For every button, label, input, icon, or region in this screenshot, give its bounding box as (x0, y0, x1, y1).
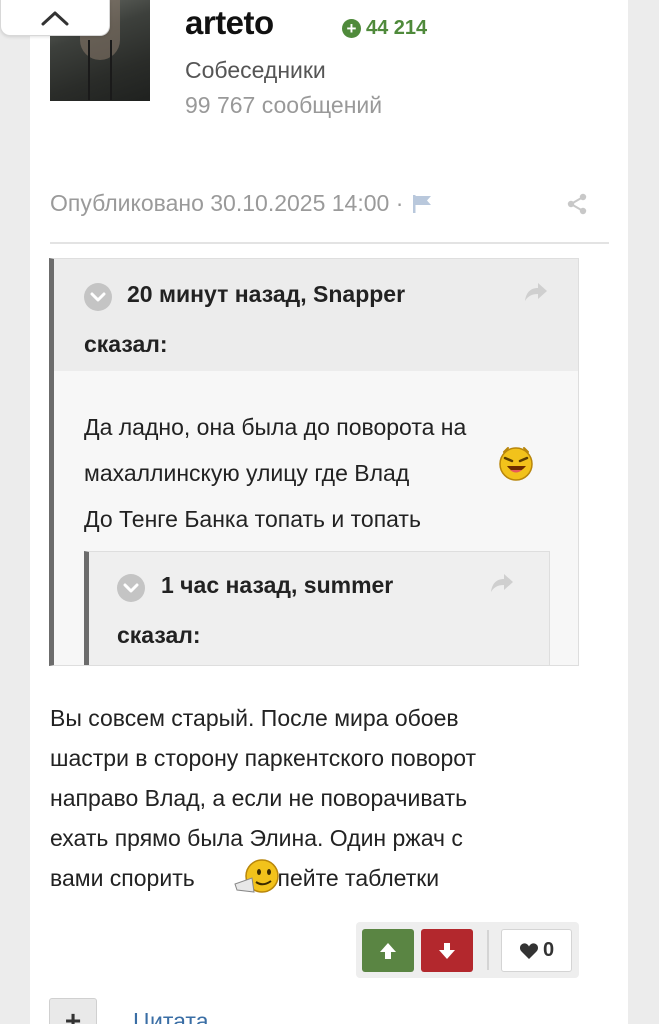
chevron-down-circle-icon[interactable] (117, 574, 145, 602)
post-line: Вы совсем старый. После мира обоев (50, 705, 459, 731)
post-line: ехать прямо была Элина. Один ржач с (50, 825, 463, 851)
quote-text: Да ладно, она была до поворота на махалл… (84, 404, 466, 542)
published-date: Опубликовано 30.10.2025 14:00 · (50, 190, 404, 216)
plus-circle-icon: + (342, 19, 361, 38)
username[interactable]: arteto (185, 4, 274, 42)
post-line-last: вами спорить пейте таблетки (50, 858, 600, 898)
reply-arrow-icon[interactable] (523, 281, 549, 303)
nested-quote-citation[interactable]: 1 час назад, summer (161, 572, 393, 599)
reputation-value: 44 214 (366, 17, 428, 39)
collapse-button[interactable] (0, 0, 110, 36)
chevron-down-circle-icon[interactable] (84, 283, 112, 311)
heart-icon (519, 942, 538, 959)
post-count: 99 767 сообщений (185, 92, 383, 118)
post-line: вами спорить (50, 865, 195, 891)
reputation-badge: + 44 214 (342, 17, 427, 40)
quote-line: махаллинскую улицу где Влад (84, 460, 410, 486)
post-meta: Опубликовано 30.10.2025 14:00 · (50, 190, 435, 217)
upvote-button[interactable] (362, 929, 414, 972)
quote-block: 20 минут назад, Snapper сказал: Да ладно… (49, 258, 579, 666)
reply-arrow-icon[interactable] (489, 572, 515, 594)
chevron-up-icon (41, 11, 69, 25)
post-line: шастри в сторону паркентского поворот (50, 745, 477, 771)
quote-citation-said: сказал: (84, 331, 168, 357)
like-button[interactable]: 0 (501, 929, 572, 972)
laughing-emoji-icon (499, 447, 533, 481)
downvote-button[interactable] (421, 929, 473, 972)
like-count: 0 (542, 939, 555, 961)
divider (50, 242, 609, 244)
quote-citation[interactable]: 20 минут назад, Snapper (127, 281, 405, 308)
flag-icon[interactable] (411, 194, 435, 214)
post-line: направо Влад, а если не поворачивать (50, 785, 468, 811)
arrow-up-icon (380, 942, 396, 959)
arrow-down-icon (439, 942, 455, 959)
share-icon[interactable] (565, 192, 589, 216)
multiquote-button[interactable]: + (49, 998, 97, 1024)
separator (487, 930, 489, 970)
quote-line: До Тенге Банка топать и топать (84, 506, 421, 532)
quote-link[interactable]: Цитата (133, 1008, 209, 1024)
post-content: Вы совсем старый. После мира обоев шастр… (50, 698, 600, 898)
nested-quote-citation-said: сказал: (117, 622, 201, 648)
user-group: Собеседники (185, 57, 326, 83)
post-line-tail: пейте таблетки (277, 865, 440, 891)
reaction-bar: 0 (356, 922, 579, 978)
quote-line: Да ладно, она была до поворота на (84, 414, 467, 440)
smiley-emoji-icon (234, 859, 279, 893)
nested-quote-block: 1 час назад, summer сказал: (84, 551, 550, 665)
